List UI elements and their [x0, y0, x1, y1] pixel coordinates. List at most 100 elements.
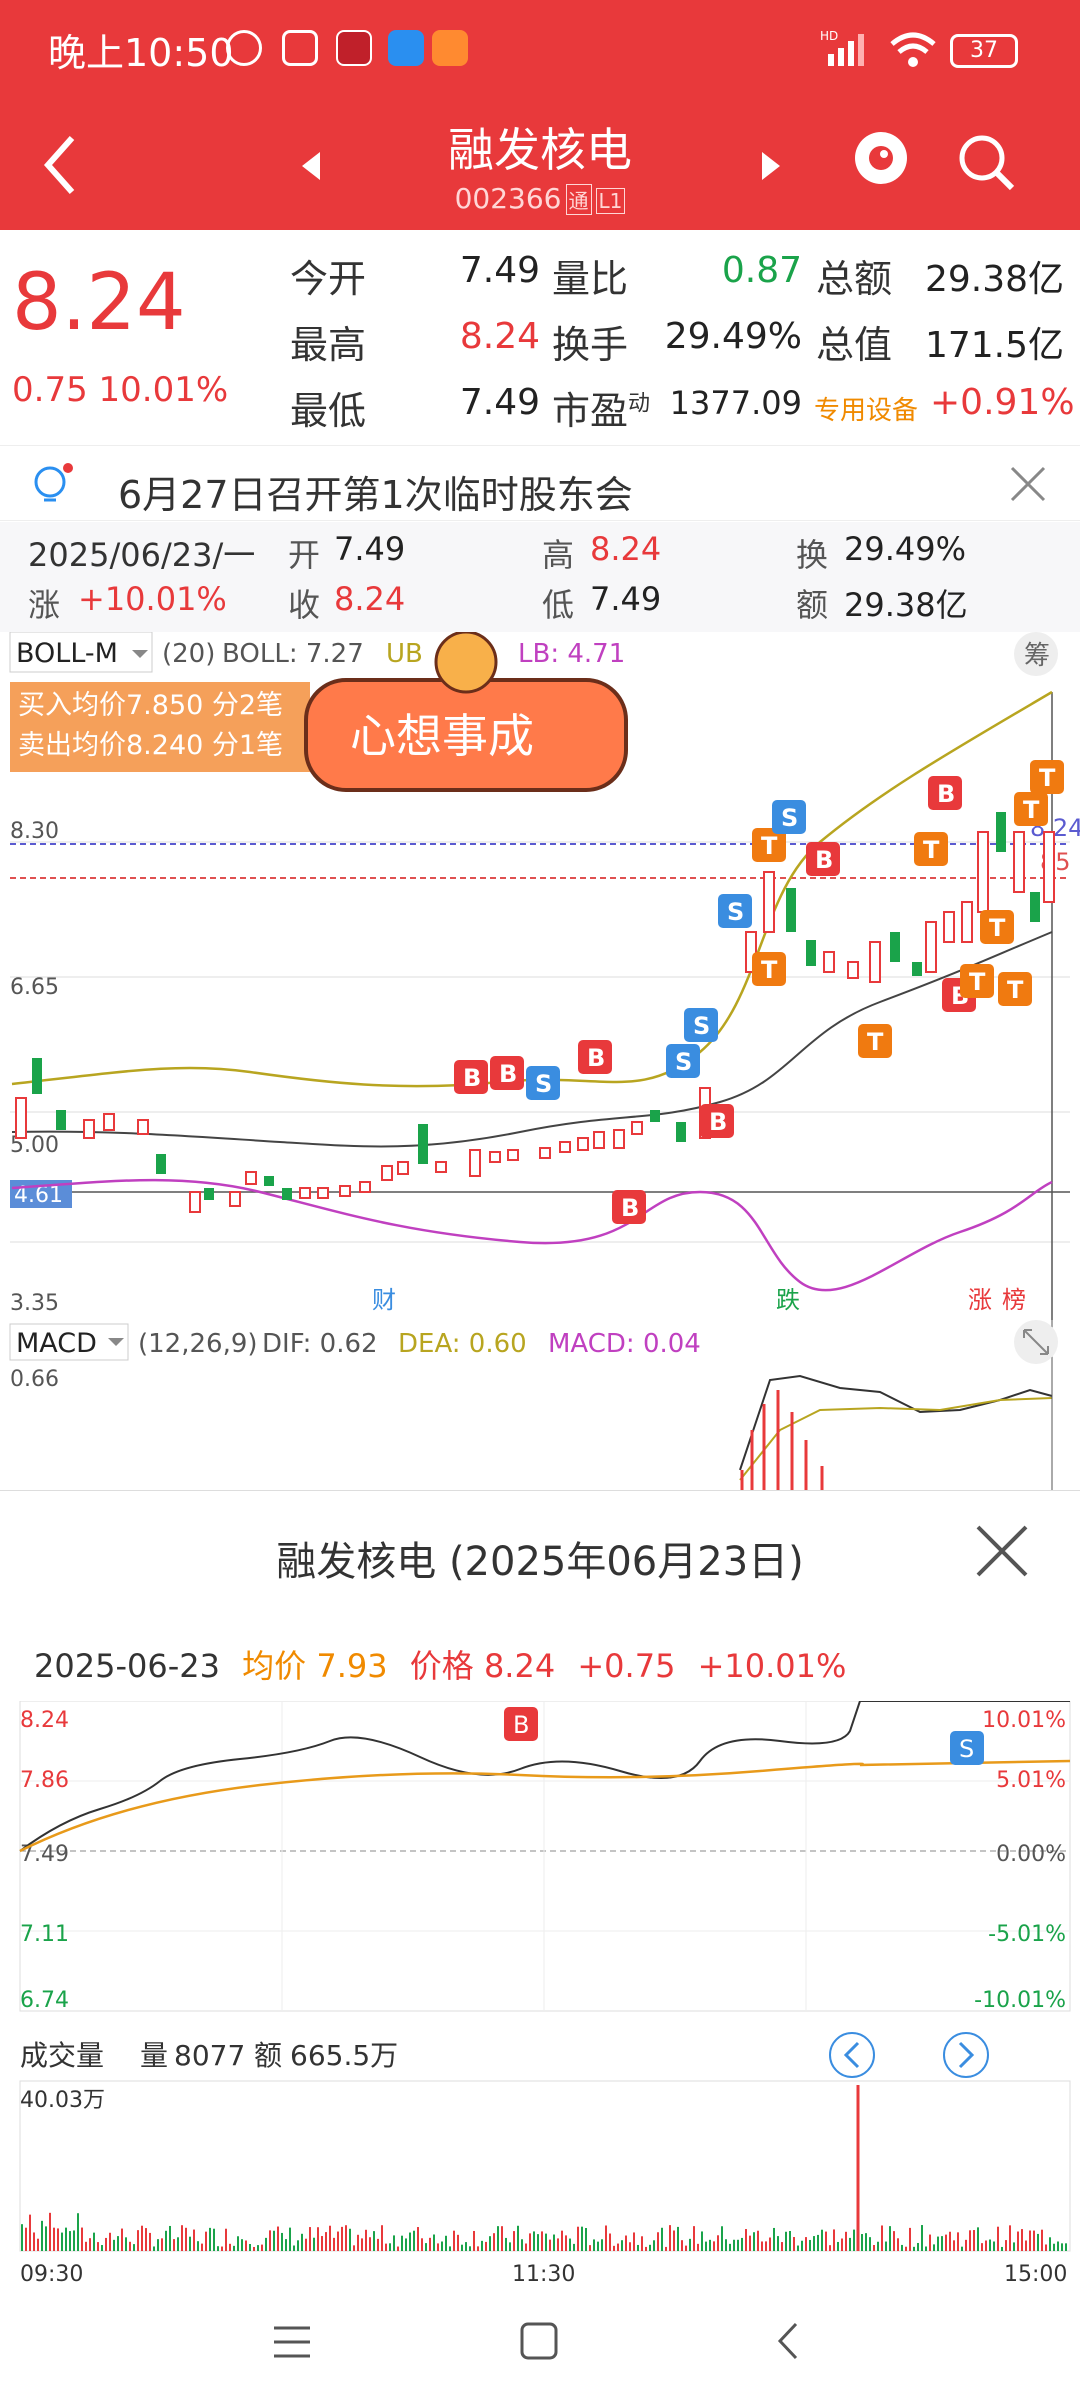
lb-value: LB: 4.71 [518, 639, 625, 669]
svg-text:心想事成: 心想事成 [350, 709, 534, 763]
app-header: 融发核电 002366 通 L1 [0, 100, 1080, 230]
next-day-button[interactable] [943, 2032, 989, 2078]
svg-text:T: T [969, 968, 986, 996]
event-tag[interactable]: 涨 [968, 1286, 992, 1314]
chevron-left-icon [843, 2041, 860, 2069]
time-label: 09:30 [20, 2262, 83, 2287]
sector-pct: +0.91% [930, 382, 1075, 423]
sell-average: 卖出均价8.240 分1笔 [18, 730, 283, 761]
day-high: 8.24 [590, 530, 662, 568]
pe-value: 1377.09 [669, 384, 802, 422]
ub-value: UB [386, 639, 423, 669]
vol-ratio-label: 量比 [552, 257, 629, 301]
candles [15, 812, 1055, 1213]
svg-text:HD: HD [820, 29, 838, 43]
y-right-label: 5.01% [996, 1768, 1066, 1793]
notice-bar[interactable]: 6月27日召开第1次临时股东会 [0, 445, 1080, 521]
event-tag[interactable]: 榜 [1002, 1286, 1026, 1314]
day-turn-label: 换 [796, 536, 829, 574]
status-time: 晚上10:50 [48, 31, 234, 75]
time-label: 11:30 [512, 2262, 575, 2287]
day-chg: +10.01% [78, 580, 227, 618]
svg-text:T: T [761, 956, 778, 984]
quote-panel: 8.24 0.75 10.01% 今开 7.49 最高 8.24 最低 7.49… [0, 230, 1080, 440]
macd-value: MACD: 0.04 [548, 1329, 701, 1359]
home-icon[interactable] [516, 2318, 562, 2364]
popup-close-icon[interactable] [972, 1521, 1032, 1581]
svg-text:B: B [937, 780, 955, 808]
turnover-value: 29.49% [664, 316, 802, 357]
svg-text:T: T [1023, 796, 1040, 824]
y-right-label: 0.00% [996, 1842, 1066, 1867]
vol-axis-max: 40.03万 [20, 2088, 105, 2113]
macd-selector[interactable]: MACD [16, 1328, 97, 1359]
battery-icon: 37 [950, 34, 1018, 68]
day-amt: 29.38亿 [844, 586, 968, 624]
day-open-label: 开 [288, 536, 321, 574]
chevron-right-icon [958, 2041, 975, 2069]
wifi-icon [890, 32, 936, 67]
macd-axis: 0.66 [10, 1367, 59, 1392]
menu-icon[interactable] [270, 2320, 314, 2364]
svg-text:B: B [587, 1044, 605, 1072]
event-tag[interactable]: 财 [372, 1286, 396, 1314]
dea-value: DEA: 0.60 [398, 1329, 527, 1359]
y-label: 3.35 [10, 1291, 59, 1316]
svg-text:B: B [815, 846, 833, 874]
alarm-icon [226, 30, 262, 66]
shop-icon [432, 30, 468, 66]
next-stock-icon[interactable] [756, 146, 786, 186]
svg-text:B: B [621, 1194, 639, 1222]
event-tag[interactable]: 跌 [776, 1286, 800, 1314]
y-left-label: 7.11 [20, 1922, 69, 1947]
stock-code: 002366 通 L1 [0, 182, 1080, 215]
svg-text:S: S [959, 1735, 974, 1763]
svg-text:B: B [513, 1711, 529, 1739]
svg-text:S: S [693, 1012, 710, 1040]
svg-text:B: B [463, 1064, 481, 1092]
kline-chart[interactable]: BOLL-M (20) BOLL: 7.27 UB LB: 4.71 筹 买入均… [0, 632, 1080, 1320]
macd-params: (12,26,9) [138, 1329, 258, 1359]
prev-day-button[interactable] [829, 2032, 875, 2078]
high-value: 8.24 [459, 316, 540, 357]
y-right-label: -5.01% [988, 1922, 1066, 1947]
system-nav-bar [0, 2290, 1080, 2400]
volume-title: 成交量 [20, 2039, 104, 2072]
day-close-label: 收 [288, 586, 321, 624]
sector-link[interactable]: 专用设备 [814, 390, 918, 427]
y-left-label: 7.86 [20, 1768, 69, 1793]
close-icon[interactable] [1008, 464, 1048, 504]
mktcap-label: 总值 [816, 323, 893, 367]
indicator-selector[interactable]: BOLL-M [16, 638, 118, 669]
pe-label: 市盈动 [552, 389, 651, 433]
svg-text:T: T [1007, 976, 1024, 1004]
day-low-label: 低 [542, 586, 575, 624]
svg-text:S: S [675, 1048, 692, 1076]
price-change: 0.75 10.01% [12, 370, 229, 410]
svg-text:T: T [989, 914, 1006, 942]
amount-label: 总额 [816, 257, 893, 301]
search-icon[interactable] [954, 130, 1018, 194]
day-high-label: 高 [542, 536, 575, 574]
volume-bars [21, 2212, 1067, 2251]
day-chg-label: 涨 [28, 586, 61, 624]
mktcap-value: 171.5亿 [924, 325, 1064, 366]
macd-panel[interactable]: MACD (12,26,9) DIF: 0.62 DEA: 0.60 MACD:… [0, 1320, 1080, 1490]
high-label: 最高 [290, 323, 367, 367]
intraday-chart[interactable]: 8.24 7.86 7.49 7.11 6.74 10.01% 5.01% 0.… [0, 1701, 1080, 2391]
intraday-popup: 融发核电 (2025年06月23日) 2025-06-23 均价 7.93 价格… [0, 1490, 1080, 2400]
nav-back-icon[interactable] [766, 2318, 812, 2364]
day-close: 8.24 [334, 580, 406, 618]
vol-value: 8077 [174, 2039, 245, 2072]
day-amt-label: 额 [796, 586, 829, 624]
day-low: 7.49 [590, 580, 662, 618]
assistant-icon[interactable] [848, 124, 914, 200]
status-bar: 晚上10:50 HD 37 [0, 0, 1080, 100]
svg-text:S: S [535, 1070, 552, 1098]
popup-title: 融发核电 (2025年06月23日) [276, 1539, 804, 1585]
day-turn: 29.49% [844, 530, 967, 568]
svg-text:T: T [923, 836, 940, 864]
open-value: 7.49 [459, 250, 540, 291]
y-left-label: 8.24 [20, 1708, 69, 1733]
vol-ratio-value: 0.87 [721, 250, 802, 291]
